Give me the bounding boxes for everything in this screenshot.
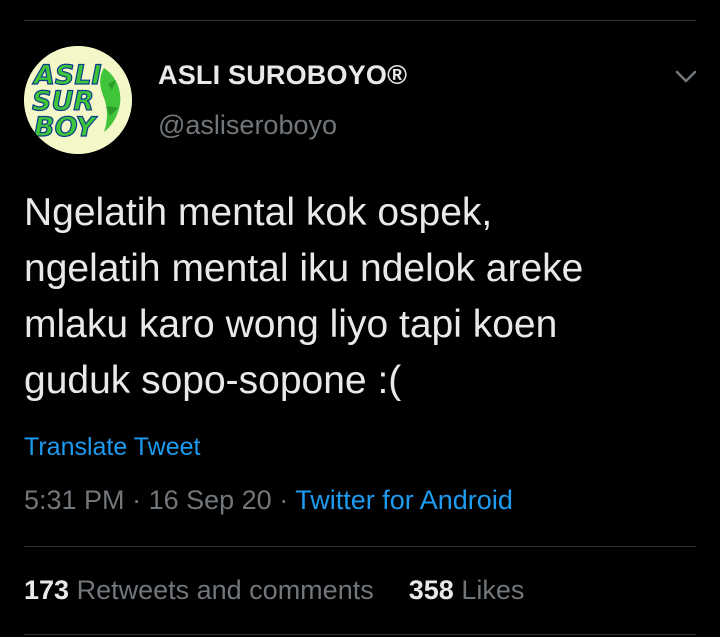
- logo-line-3: BOY: [34, 112, 98, 143]
- avatar[interactable]: ASLI SUR BOY: [24, 46, 132, 154]
- translate-tweet-link[interactable]: Translate Tweet: [24, 433, 200, 462]
- author-handle[interactable]: @asliseroboyo: [158, 110, 337, 141]
- top-divider: [24, 20, 696, 21]
- asli-suroboyo-logo: ASLI SUR BOY: [24, 46, 132, 154]
- tweet-source-link[interactable]: Twitter for Android: [295, 485, 513, 515]
- tweet-text-line: ngelatih mental iku ndelok areke: [24, 247, 584, 290]
- likes-stat[interactable]: 358 Likes: [409, 575, 525, 605]
- likes-count: 358: [408, 575, 454, 605]
- stats-bottom-divider: [24, 634, 696, 635]
- tweet-date[interactable]: 16 Sep 20: [149, 485, 272, 515]
- meta-separator: ·: [132, 485, 142, 515]
- retweets-stat[interactable]: 173 Retweets and comments: [24, 575, 381, 605]
- tweet-meta: 5:31 PM · 16 Sep 20 · Twitter for Androi…: [24, 485, 513, 516]
- retweets-count: 173: [24, 575, 70, 605]
- chevron-down-icon: [675, 70, 697, 83]
- stats-top-divider: [24, 546, 696, 547]
- meta-separator: ·: [279, 485, 289, 515]
- tweet-text-line: mlaku karo wong liyo tapi koen: [24, 303, 558, 346]
- tweet-text-line: guduk sopo-sopone :(: [24, 359, 402, 402]
- retweets-label: Retweets and comments: [76, 575, 374, 605]
- tweet-text-line: Ngelatih mental kok ospek,: [24, 191, 493, 234]
- tweet-time[interactable]: 5:31 PM: [24, 485, 125, 515]
- tweet-menu-button[interactable]: [672, 62, 700, 90]
- tweet-stats: 173 Retweets and comments 358 Likes: [24, 575, 524, 606]
- tweet-text: Ngelatih mental kok ospek, ngelatih ment…: [24, 185, 696, 409]
- likes-label: Likes: [461, 575, 525, 605]
- author-display-name[interactable]: ASLI SUROBOYO®: [158, 60, 407, 91]
